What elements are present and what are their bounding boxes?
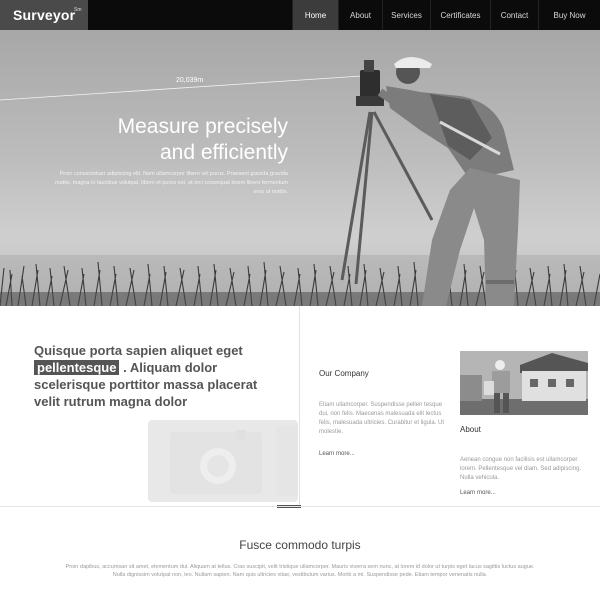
logo-text[interactable]: Surveyor <box>13 7 75 23</box>
main-nav: Home About Services Certificates Contact… <box>292 0 600 30</box>
about-photo <box>460 351 588 415</box>
nav-certificates[interactable]: Certificates <box>430 0 490 30</box>
hero-banner: 20,039m Measure precisely and efficientl… <box>0 30 600 306</box>
intro-quote: Quisque porta sapien aliquet eget pellen… <box>34 342 284 410</box>
distance-label: 20,039m <box>176 77 204 84</box>
nav-services[interactable]: Services <box>382 0 430 30</box>
about-learn-more-link[interactable]: Learn more... <box>460 490 496 496</box>
intro-panel: Quisque porta sapien aliquet eget pellen… <box>0 306 300 506</box>
about-heading: About <box>460 425 481 434</box>
nav-buy-now[interactable]: Buy Now <box>538 0 600 30</box>
bottom-text: Proin dapibus, accumsan sit amet, elemen… <box>65 564 535 578</box>
logo-superscript: Sm <box>74 7 82 13</box>
about-text: Aenean congue non facilisis est ullamcor… <box>460 457 582 481</box>
nav-contact[interactable]: Contact <box>490 0 538 30</box>
features-section: Quisque porta sapien aliquet eget pellen… <box>0 306 600 506</box>
section-divider <box>299 306 300 506</box>
logo[interactable]: Surveyor Sm <box>0 0 88 30</box>
hero-image <box>0 57 600 306</box>
hero-description: Proin consectetuer adipiscing elit. Nam … <box>55 171 288 195</box>
nav-home[interactable]: Home <box>292 0 338 30</box>
hero-title-line2: and efficiently <box>159 141 288 164</box>
nav-about[interactable]: About <box>338 0 382 30</box>
company-text: Etiam ullamcorper. Suspendisse pellen te… <box>319 402 445 435</box>
bottom-heading: Fusce commodo turpis <box>239 538 361 552</box>
site-header: Surveyor Sm Home About Services Certific… <box>0 0 600 30</box>
quote-highlight: pellentesque <box>34 360 120 375</box>
quote-text-start: Quisque porta sapien aliquet eget <box>34 343 243 358</box>
bottom-divider <box>0 506 600 507</box>
theodolite <box>356 60 384 106</box>
hero-title: Measure precisely and efficiently <box>18 114 288 166</box>
company-learn-more-link[interactable]: Learn more... <box>319 451 355 457</box>
company-heading: Our Company <box>319 369 369 378</box>
hero-title-line1: Measure precisely <box>117 115 288 138</box>
